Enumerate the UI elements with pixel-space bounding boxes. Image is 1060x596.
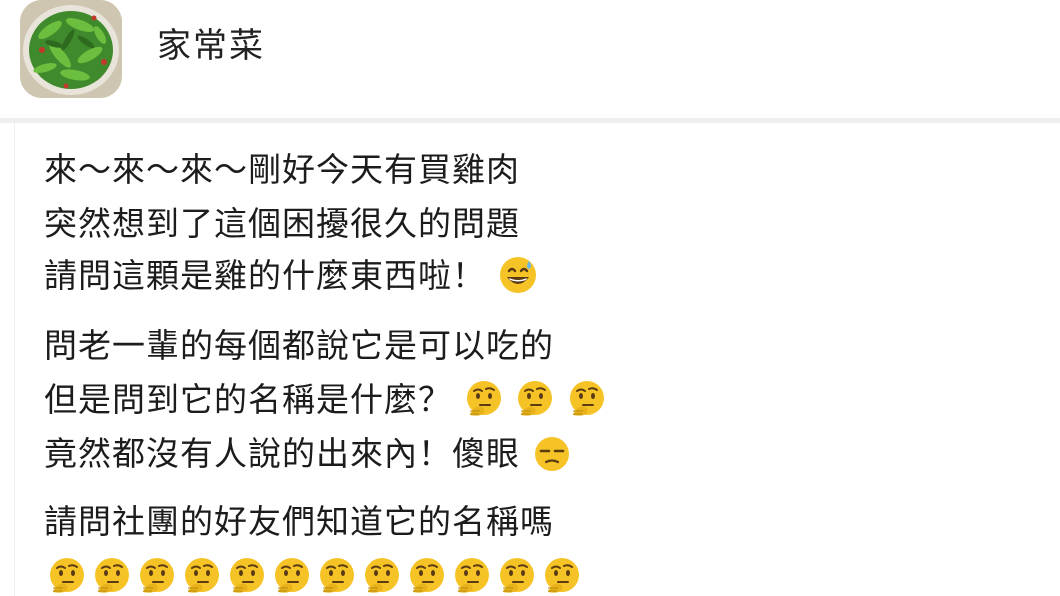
post-text: 請問這顆是雞的什麼東西啦！ xyxy=(44,256,486,295)
thinking-face-emoji-icon xyxy=(134,556,180,596)
post-text-line: 問老一輩的每個都說它是可以吃的 xyxy=(44,326,554,366)
thinking-face-emoji-icon xyxy=(539,556,585,596)
post-text: 但是問到它的名稱是什麼？ xyxy=(44,380,452,419)
thinking-face-emoji-icon xyxy=(44,556,90,596)
thinking-face-emoji-icon xyxy=(404,556,450,596)
thinking-face-emoji-icon xyxy=(89,556,135,596)
divider xyxy=(14,123,15,596)
post-text-line: 突然想到了這個困擾很久的問題 xyxy=(44,204,520,244)
post-text-line: 竟然都沒有人說的出來內！傻眼 xyxy=(44,434,572,474)
thinking-face-emoji-icon xyxy=(515,379,555,419)
post-text: 竟然都沒有人說的出來內！傻眼 xyxy=(44,434,520,473)
thinking-emoji-row xyxy=(44,556,584,596)
group-name[interactable]: 家常菜 xyxy=(157,24,265,68)
post-text: 請問社團的好友們知道它的名稱嗎 xyxy=(44,502,554,541)
green-vegetable-dish-photo-icon xyxy=(20,0,122,98)
thinking-face-emoji-icon xyxy=(494,556,540,596)
unamused-face-emoji-icon xyxy=(532,433,572,473)
post-text-line: 請問社團的好友們知道它的名稱嗎 xyxy=(44,502,554,542)
thinking-face-emoji-icon xyxy=(567,379,607,419)
post-text-line: 但是問到它的名稱是什麼？ xyxy=(44,380,607,420)
post-text: 突然想到了這個困擾很久的問題 xyxy=(44,204,520,243)
post-text-line: 請問這顆是雞的什麼東西啦！ xyxy=(44,256,538,296)
group-header: 家常菜 xyxy=(0,0,1060,123)
post-text: 問老一輩的每個都說它是可以吃的 xyxy=(44,326,554,365)
thinking-face-emoji-icon xyxy=(179,556,225,596)
post-text-line: 來～來～來～剛好今天有買雞肉 xyxy=(44,150,520,190)
thinking-face-emoji-icon xyxy=(224,556,270,596)
thinking-face-emoji-icon xyxy=(464,379,504,419)
thinking-face-emoji-icon xyxy=(314,556,360,596)
thinking-face-emoji-icon xyxy=(449,556,495,596)
group-avatar[interactable] xyxy=(20,0,122,98)
grinning-sweat-emoji-icon xyxy=(498,255,538,295)
thinking-face-emoji-icon xyxy=(359,556,405,596)
thinking-face-emoji-icon xyxy=(269,556,315,596)
post-text: 來～來～來～剛好今天有買雞肉 xyxy=(44,150,520,189)
